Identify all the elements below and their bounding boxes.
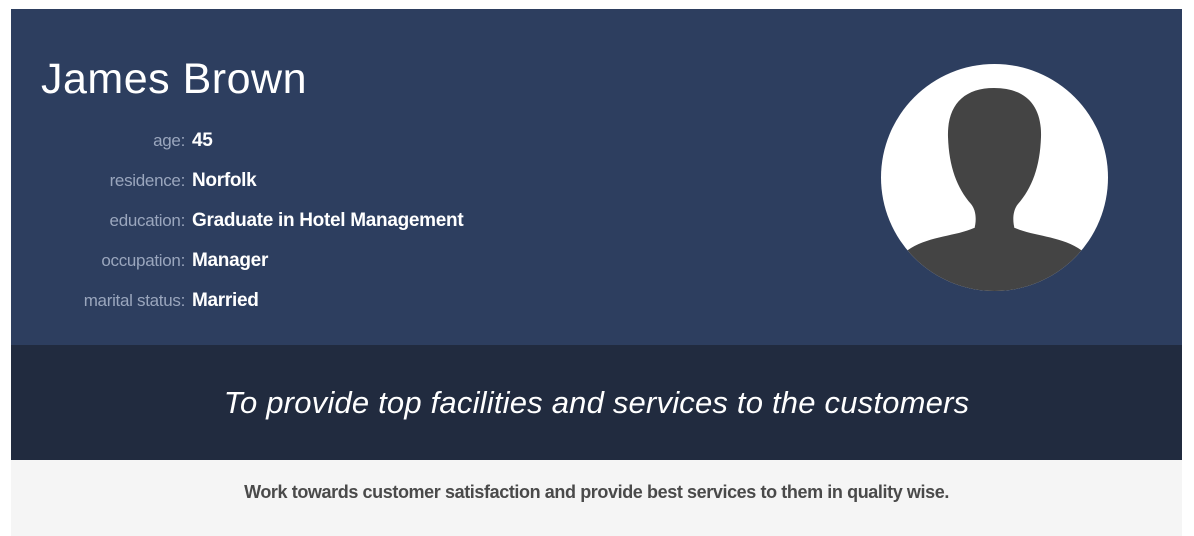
- detail-label: residence:: [109, 171, 186, 190]
- description-band: Work towards customer satisfaction and p…: [11, 460, 1182, 536]
- goal-band: To provide top facilities and services t…: [11, 345, 1182, 460]
- detail-row-age: age: 45: [11, 121, 711, 161]
- detail-row-residence: residence: Norfolk: [11, 161, 711, 201]
- detail-label: marital status:: [83, 291, 186, 310]
- detail-value: Married: [192, 290, 259, 311]
- detail-value: Manager: [192, 250, 269, 271]
- persona-description: Work towards customer satisfaction and p…: [244, 481, 949, 502]
- avatar: [881, 64, 1108, 291]
- detail-label: age:: [153, 131, 185, 150]
- silhouette-shoulders: [895, 228, 1094, 291]
- detail-row-occupation: occupation: Manager: [11, 241, 711, 281]
- persona-goal: To provide top facilities and services t…: [223, 384, 970, 420]
- persona-name: James Brown: [41, 55, 307, 103]
- persona-details: age: 45 residence: Norfolk education: Gr…: [11, 121, 711, 321]
- persona-card: James Brown age: 45 residence: Norfolk e…: [11, 9, 1182, 536]
- detail-row-marital-status: marital status: Married: [11, 281, 711, 321]
- person-silhouette-icon: [895, 88, 1094, 291]
- detail-label: occupation:: [101, 251, 185, 270]
- detail-row-education: education: Graduate in Hotel Management: [11, 201, 711, 241]
- detail-value: Graduate in Hotel Management: [192, 210, 464, 231]
- detail-value: Norfolk: [192, 170, 257, 191]
- detail-value: 45: [192, 130, 213, 151]
- silhouette-head: [947, 88, 1042, 232]
- detail-label: education:: [109, 211, 186, 230]
- profile-header: James Brown age: 45 residence: Norfolk e…: [11, 9, 1182, 345]
